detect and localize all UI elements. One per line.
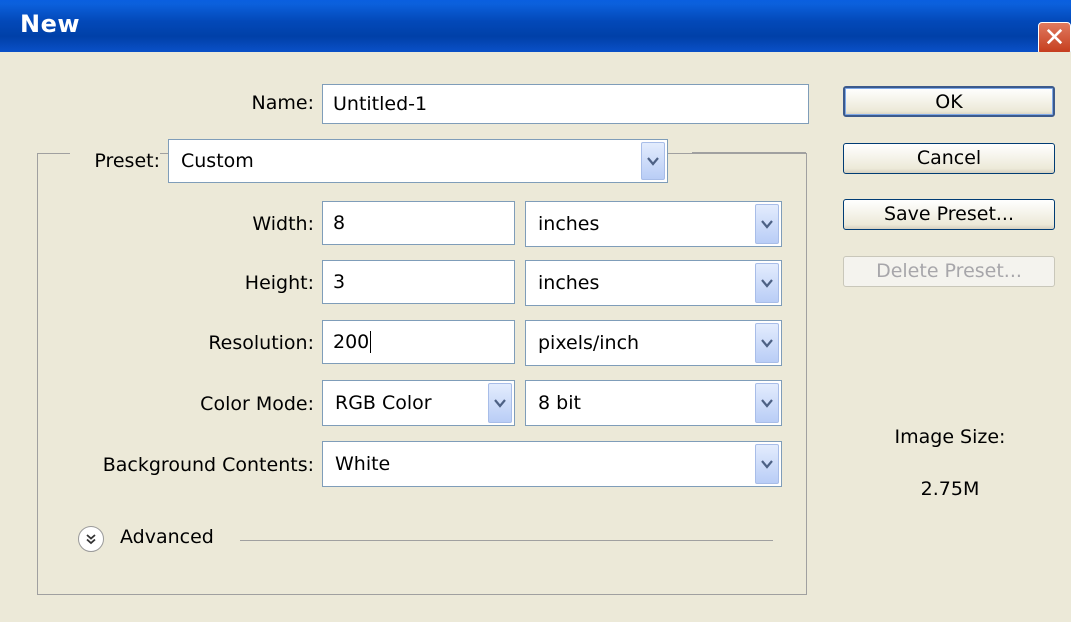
chevron-down-icon[interactable] bbox=[755, 263, 779, 303]
preset-value: Custom bbox=[181, 150, 254, 172]
delete-preset-button: Delete Preset... bbox=[843, 256, 1055, 287]
chevron-down-icon[interactable] bbox=[755, 204, 779, 244]
background-contents-label-text: Background Contents: bbox=[102, 454, 314, 476]
image-size-value-text: 2.75M bbox=[920, 478, 980, 500]
chevron-down-icon[interactable] bbox=[755, 323, 779, 363]
chevron-down-icon[interactable] bbox=[755, 383, 779, 423]
color-mode-label: Color Mode: bbox=[130, 393, 314, 415]
color-mode-value: RGB Color bbox=[335, 392, 432, 414]
chevron-down-icon[interactable] bbox=[755, 444, 779, 484]
height-unit-value: inches bbox=[538, 272, 600, 294]
image-size-label: Image Size: bbox=[860, 426, 1040, 448]
preset-label-text: Preset: bbox=[94, 150, 160, 172]
resolution-label-text: Resolution: bbox=[208, 332, 314, 354]
name-input[interactable]: Untitled-1 bbox=[322, 84, 809, 124]
chevron-down-icon[interactable] bbox=[488, 383, 512, 423]
advanced-label-text: Advanced bbox=[120, 526, 214, 548]
width-label-text: Width: bbox=[252, 213, 314, 235]
delete-preset-button-label: Delete Preset... bbox=[876, 260, 1022, 282]
resolution-value: 200 bbox=[333, 331, 370, 353]
resolution-unit-select[interactable]: pixels/inch bbox=[525, 320, 782, 366]
background-contents-value: White bbox=[335, 453, 391, 475]
ok-button[interactable]: OK bbox=[843, 86, 1055, 117]
color-mode-label-text: Color Mode: bbox=[200, 393, 314, 415]
width-value: 8 bbox=[333, 212, 346, 234]
color-mode-select[interactable]: RGB Color bbox=[322, 380, 515, 426]
window-title: New bbox=[20, 10, 81, 38]
background-contents-label: Background Contents: bbox=[60, 454, 314, 476]
name-label-text: Name: bbox=[251, 92, 314, 114]
text-cursor bbox=[370, 331, 372, 353]
advanced-label[interactable]: Advanced bbox=[120, 526, 214, 548]
close-icon: ✕ bbox=[1043, 23, 1066, 53]
chevron-down-icon[interactable] bbox=[641, 142, 665, 180]
width-input[interactable]: 8 bbox=[322, 201, 515, 245]
double-chevron-down-icon[interactable] bbox=[78, 526, 104, 552]
height-label: Height: bbox=[150, 272, 314, 294]
bit-depth-value: 8 bit bbox=[538, 392, 581, 414]
preset-label: Preset: bbox=[70, 150, 160, 172]
groupbox-divider bbox=[692, 152, 806, 153]
advanced-divider bbox=[240, 540, 773, 541]
background-contents-select[interactable]: White bbox=[322, 441, 782, 487]
image-size-label-text: Image Size: bbox=[894, 426, 1006, 448]
height-label-text: Height: bbox=[244, 272, 314, 294]
preset-select[interactable]: Custom bbox=[168, 139, 668, 183]
width-unit-value: inches bbox=[538, 213, 600, 235]
name-value: Untitled-1 bbox=[333, 93, 428, 115]
name-label: Name: bbox=[200, 92, 314, 114]
width-unit-select[interactable]: inches bbox=[525, 201, 782, 247]
save-preset-button-label: Save Preset... bbox=[883, 203, 1015, 225]
resolution-label: Resolution: bbox=[150, 332, 314, 354]
title-bar: New bbox=[0, 0, 1071, 52]
save-preset-button[interactable]: Save Preset... bbox=[843, 199, 1055, 230]
height-input[interactable]: 3 bbox=[322, 260, 515, 304]
close-button[interactable]: ✕ bbox=[1038, 22, 1071, 55]
cancel-button[interactable]: Cancel bbox=[843, 143, 1055, 174]
width-label: Width: bbox=[150, 213, 314, 235]
bit-depth-select[interactable]: 8 bit bbox=[525, 380, 782, 426]
height-value: 3 bbox=[333, 271, 346, 293]
ok-button-label: OK bbox=[935, 91, 963, 113]
image-size-value: 2.75M bbox=[860, 478, 1040, 500]
height-unit-select[interactable]: inches bbox=[525, 260, 782, 306]
resolution-input[interactable]: 200 bbox=[322, 320, 515, 364]
resolution-unit-value: pixels/inch bbox=[538, 332, 640, 354]
cancel-button-label: Cancel bbox=[916, 147, 982, 169]
